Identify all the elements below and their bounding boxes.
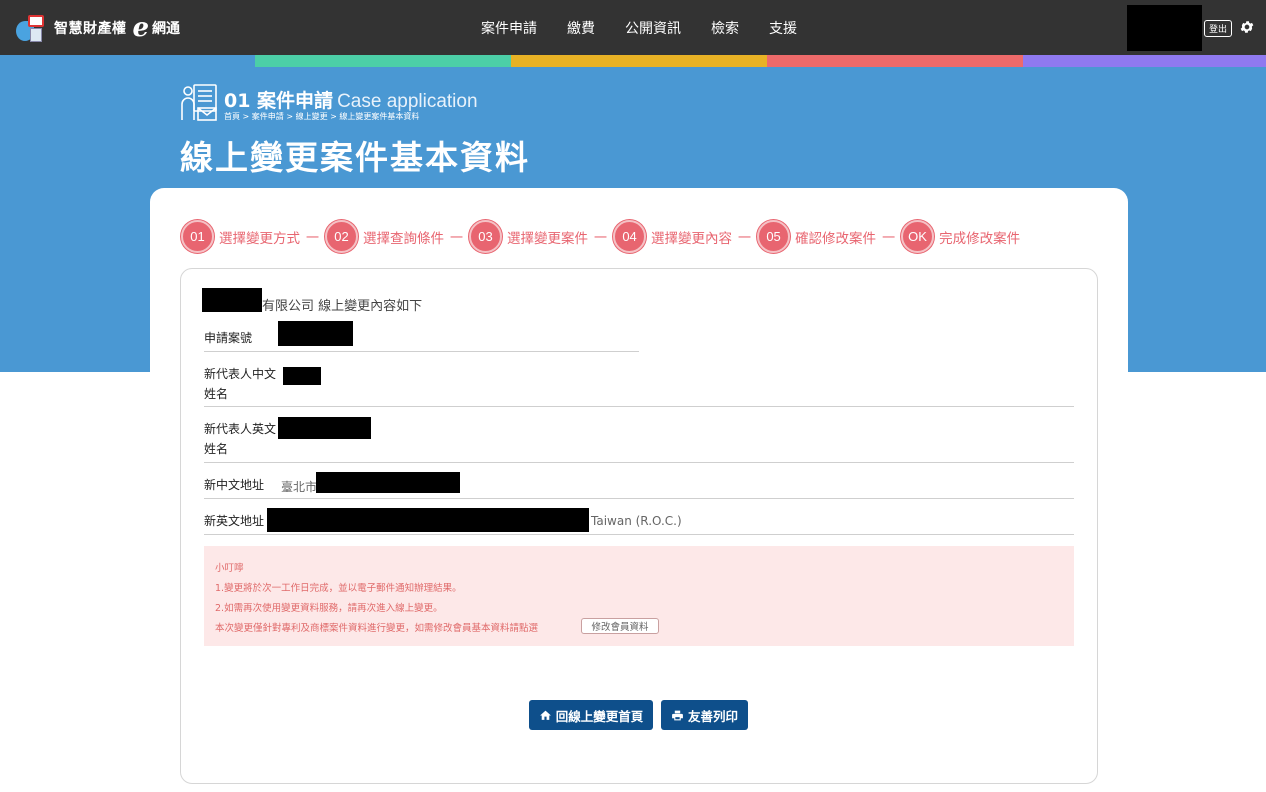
friendly-print-label: 友善列印 bbox=[688, 706, 738, 725]
rep-en-name-label-2: 姓名 bbox=[204, 439, 228, 459]
main-nav: 案件申請 繳費 公開資訊 檢索 支援 bbox=[466, 0, 812, 55]
step-separator: 一 bbox=[882, 227, 895, 246]
step-separator: 一 bbox=[306, 227, 319, 246]
divider bbox=[204, 534, 1074, 535]
divider bbox=[204, 462, 1074, 463]
color-strip-yellow bbox=[511, 55, 767, 67]
step-separator: 一 bbox=[738, 227, 751, 246]
rep-en-name-label-1: 新代表人英文 bbox=[204, 419, 276, 439]
page-title: 線上變更案件基本資料 bbox=[180, 131, 530, 179]
rep-cn-name-label-1: 新代表人中文 bbox=[204, 364, 276, 384]
print-icon bbox=[671, 709, 684, 722]
nav-item-support[interactable]: 支援 bbox=[769, 18, 797, 38]
step-number: 01 bbox=[181, 220, 214, 253]
address-en-value: Taiwan (R.O.C.) bbox=[591, 514, 682, 528]
logo-e-letter: e bbox=[133, 15, 150, 41]
step-number: 04 bbox=[613, 220, 646, 253]
step-label: 選擇變更案件 bbox=[507, 227, 588, 247]
address-cn-redacted bbox=[316, 472, 460, 493]
notice-line-1: 1.變更將於次一工作日完成，並以電子郵件通知辦理結果。 bbox=[215, 580, 462, 594]
section-number-title: 01 案件申請 bbox=[224, 90, 333, 112]
step-separator: 一 bbox=[450, 227, 463, 246]
step-label: 完成修改案件 bbox=[939, 227, 1020, 247]
case-application-icon bbox=[180, 82, 220, 122]
divider bbox=[204, 498, 1074, 499]
progress-steps: 01 選擇變更方式 一 02 選擇查詢條件 一 03 選擇變更案件 一 04 選… bbox=[181, 220, 1020, 253]
step-number: OK bbox=[901, 220, 934, 253]
company-name-redacted bbox=[202, 288, 262, 312]
step-02: 02 選擇查詢條件 一 bbox=[325, 220, 469, 253]
back-to-change-home-button[interactable]: 回線上變更首頁 bbox=[529, 700, 653, 730]
user-info-redacted bbox=[1127, 5, 1202, 51]
section-title-en: Case application bbox=[337, 91, 477, 112]
rep-en-name-redacted bbox=[278, 417, 371, 439]
top-navbar: 智慧財產權 e 網通 案件申請 繳費 公開資訊 檢索 支援 登出 bbox=[0, 0, 1266, 55]
nav-item-search[interactable]: 檢索 bbox=[711, 18, 739, 38]
address-cn-label: 新中文地址 bbox=[204, 475, 264, 495]
color-strip-purple bbox=[1023, 55, 1266, 67]
step-number: 02 bbox=[325, 220, 358, 253]
case-number-redacted bbox=[278, 321, 353, 346]
step-label: 確認修改案件 bbox=[795, 227, 876, 247]
address-en-label: 新英文地址 bbox=[204, 511, 264, 531]
color-strip-red bbox=[767, 55, 1023, 67]
notice-title: 小叮嚀 bbox=[215, 560, 244, 574]
step-number: 03 bbox=[469, 220, 502, 253]
section-title: 01 案件申請Case application bbox=[224, 86, 478, 113]
address-cn-value: 臺北市 bbox=[281, 478, 317, 495]
divider bbox=[204, 406, 1074, 407]
notice-line-2: 2.如需再次使用變更資料服務，請再次進入線上變更。 bbox=[215, 600, 443, 614]
step-03: 03 選擇變更案件 一 bbox=[469, 220, 613, 253]
rep-cn-name-label-2: 姓名 bbox=[204, 384, 228, 404]
site-logo[interactable]: 智慧財產權 e 網通 bbox=[14, 12, 180, 44]
friendly-print-button[interactable]: 友善列印 bbox=[661, 700, 748, 730]
tipo-logo-icon bbox=[14, 13, 48, 43]
case-number-label: 申請案號 bbox=[204, 328, 252, 348]
step-05: 05 確認修改案件 一 bbox=[757, 220, 901, 253]
logo-text: 智慧財產權 bbox=[54, 18, 127, 38]
step-number: 05 bbox=[757, 220, 790, 253]
notice-line-3: 本次變更僅針對專利及商標案件資料進行變更，如需修改會員基本資料請點選 bbox=[215, 620, 538, 634]
step-04: 04 選擇變更內容 一 bbox=[613, 220, 757, 253]
reminder-notice: 小叮嚀 1.變更將於次一工作日完成，並以電子郵件通知辦理結果。 2.如需再次使用… bbox=[204, 546, 1074, 646]
company-summary-text: 有限公司 線上變更內容如下 bbox=[262, 295, 422, 314]
address-en-redacted bbox=[267, 508, 589, 532]
logo-text-2: 網通 bbox=[152, 18, 180, 38]
nav-item-payment[interactable]: 繳費 bbox=[567, 18, 595, 38]
gear-icon[interactable] bbox=[1239, 19, 1255, 35]
step-label: 選擇變更方式 bbox=[219, 227, 300, 247]
nav-item-case-application[interactable]: 案件申請 bbox=[481, 18, 537, 38]
edit-member-info-button[interactable]: 修改會員資料 bbox=[581, 618, 659, 634]
nav-item-public-info[interactable]: 公開資訊 bbox=[625, 18, 681, 38]
color-strip-green bbox=[255, 55, 511, 67]
step-label: 選擇變更內容 bbox=[651, 227, 732, 247]
step-separator: 一 bbox=[594, 227, 607, 246]
step-01: 01 選擇變更方式 一 bbox=[181, 220, 325, 253]
back-to-change-home-label: 回線上變更首頁 bbox=[556, 706, 644, 725]
logout-button[interactable]: 登出 bbox=[1204, 20, 1232, 37]
step-ok: OK 完成修改案件 bbox=[901, 220, 1020, 253]
rep-cn-name-redacted bbox=[283, 367, 321, 385]
breadcrumb[interactable]: 首頁 > 案件申請 > 線上變更 > 線上變更案件基本資料 bbox=[224, 111, 419, 122]
home-icon bbox=[539, 709, 552, 722]
step-label: 選擇查詢條件 bbox=[363, 227, 444, 247]
divider bbox=[204, 351, 639, 352]
